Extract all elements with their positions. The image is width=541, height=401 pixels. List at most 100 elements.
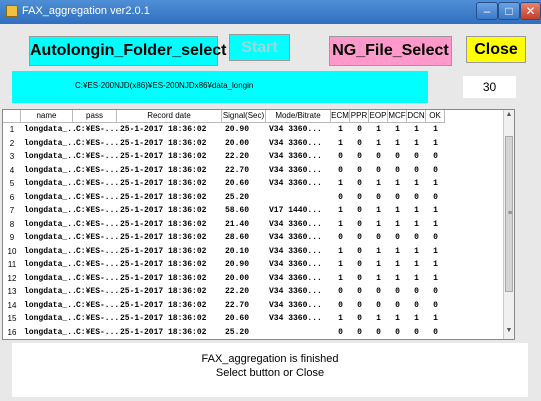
cell-date: 25-1-2017 18:36:02 <box>120 233 207 242</box>
table-row[interactable]: 15 longdata_... C:¥ES-... 25-1-2017 18:36:0… <box>3 313 503 325</box>
table-row[interactable]: 10 longdata_... C:¥ES-... 25-1-2017 18:36:0… <box>3 246 503 258</box>
results-table[interactable]: name pass Record date Signal(Sec) Mode/Bitra… <box>2 109 515 340</box>
cell-ecm: 1 <box>338 246 343 256</box>
cell-ppr: 0 <box>357 273 362 283</box>
cell-date: 25-1-2017 18:36:02 <box>120 219 207 229</box>
close-button[interactable]: Close <box>466 36 526 63</box>
column-header-mode[interactable]: Mode/Bitrate <box>266 110 331 123</box>
cell-date: 25-1-2017 18:36:02 <box>120 165 207 175</box>
table-row[interactable]: 9 longdata_... C:¥ES-... 25-1-2017 18:36:02… <box>3 232 503 244</box>
column-header-ecm[interactable]: ECM <box>331 110 350 123</box>
column-header-date[interactable]: Record date <box>117 110 222 123</box>
cell-n: 11 <box>7 260 17 269</box>
cell-pass: C:¥ES-... <box>76 260 120 269</box>
cell-mcf: 0 <box>395 165 400 175</box>
window-close-button[interactable]: ✕ <box>520 2 541 20</box>
cell-signal: 20.60 <box>225 179 250 188</box>
cell-mode <box>269 192 334 204</box>
cell-pass: C:¥ES-... <box>76 327 120 337</box>
table-row[interactable]: 1 longdata_... C:¥ES-... 25-1-2017 18:36:02… <box>3 124 503 136</box>
table-row[interactable]: 6 longdata_... C:¥ES-... 25-1-2017 18:36:02… <box>3 192 503 204</box>
scroll-thumb[interactable]: ≡ <box>505 136 513 292</box>
column-header-eop[interactable]: EOP <box>369 110 388 123</box>
cell-date: 25-1-2017 18:36:02 <box>120 152 207 161</box>
cell-eop: 1 <box>376 206 381 215</box>
cell-dcn: 0 <box>414 165 419 175</box>
table-row[interactable]: 7 longdata_... C:¥ES-... 25-1-2017 18:36:02… <box>3 205 503 217</box>
cell-date: 25-1-2017 18:36:02 <box>120 273 207 283</box>
cell-name: longdata_... <box>24 125 76 134</box>
column-header-signal[interactable]: Signal(Sec) <box>222 110 266 123</box>
ng-file-select-button[interactable]: NG_File_Select <box>329 36 452 66</box>
cell-pass: C:¥ES-... <box>76 314 120 323</box>
cell-n: 6 <box>9 192 15 202</box>
cell-ok: 0 <box>433 192 438 202</box>
column-header-ppr[interactable]: PPR <box>350 110 369 123</box>
cell-date: 25-1-2017 18:36:02 <box>120 246 207 256</box>
cell-n: 3 <box>9 152 15 161</box>
table-row[interactable]: 4 longdata_... C:¥ES-... 25-1-2017 18:36:02… <box>3 165 503 177</box>
cell-date: 25-1-2017 18:36:02 <box>120 314 207 323</box>
cell-mcf: 0 <box>395 300 400 310</box>
scroll-down-arrow-icon[interactable]: ▼ <box>504 327 514 334</box>
vertical-scrollbar[interactable]: ▲ ≡ ▼ <box>503 110 514 339</box>
table-row[interactable]: 2 longdata_... C:¥ES-... 25-1-2017 18:36:02… <box>3 138 503 150</box>
cell-name: longdata_... <box>24 206 76 215</box>
scroll-grip-icon: ≡ <box>507 210 513 217</box>
cell-eop: 0 <box>376 287 381 296</box>
autologin-folder-select-button[interactable]: Autolongin_Folder_select <box>29 36 226 66</box>
column-header-name[interactable]: name <box>21 110 73 123</box>
column-header-pass[interactable]: pass <box>73 110 117 123</box>
cell-signal: 20.60 <box>225 314 250 323</box>
cell-mcf: 1 <box>395 260 400 269</box>
cell-date: 25-1-2017 18:36:02 <box>120 287 207 296</box>
maximize-button[interactable]: □ <box>498 2 520 20</box>
cell-dcn: 0 <box>414 327 419 337</box>
cell-mcf: 0 <box>395 327 400 337</box>
table-row[interactable]: 11 longdata_... C:¥ES-... 25-1-2017 18:36:0… <box>3 259 503 271</box>
cell-ok: 1 <box>433 206 438 215</box>
table-row[interactable]: 5 longdata_... C:¥ES-... 25-1-2017 18:36:02… <box>3 178 503 190</box>
table-row[interactable]: 14 longdata_... C:¥ES-... 25-1-2017 18:36:0… <box>3 300 503 312</box>
cell-eop: 1 <box>376 260 381 269</box>
cell-date: 25-1-2017 18:36:02 <box>120 206 207 215</box>
cell-n: 2 <box>9 138 15 148</box>
table-row[interactable]: 12 longdata_... C:¥ES-... 25-1-2017 18:36:0… <box>3 273 503 285</box>
cell-mode: V17 1440... <box>269 206 322 215</box>
cell-mode <box>269 327 334 339</box>
cell-ecm: 0 <box>338 300 343 310</box>
status-panel: FAX_aggregation is finished Select butto… <box>12 343 528 397</box>
cell-pass: C:¥ES-... <box>76 152 120 161</box>
title-bar[interactable]: FAX_aggregation ver2.0.1 – □ ✕ <box>0 0 541 24</box>
cell-ppr: 0 <box>357 300 362 310</box>
cell-mcf: 1 <box>395 246 400 256</box>
start-button[interactable]: Start <box>229 34 290 61</box>
cell-mode: V34 3360... <box>269 165 322 175</box>
cell-n: 9 <box>9 233 15 242</box>
cell-n: 10 <box>7 246 17 256</box>
cell-pass: C:¥ES-... <box>76 246 120 256</box>
column-header-mcf[interactable]: MCF <box>388 110 407 123</box>
cell-ppr: 0 <box>357 219 362 229</box>
scroll-up-arrow-icon[interactable]: ▲ <box>504 111 514 118</box>
cell-name: longdata_... <box>24 287 76 296</box>
table-row[interactable]: 3 longdata_... C:¥ES-... 25-1-2017 18:36:02… <box>3 151 503 163</box>
status-message-line2: Select button or Close <box>215 367 325 379</box>
column-header-dcn[interactable]: DCN <box>407 110 426 123</box>
cell-n: 13 <box>7 287 17 296</box>
cell-ppr: 0 <box>357 246 362 256</box>
cell-ecm: 1 <box>338 314 343 323</box>
minimize-button[interactable]: – <box>476 2 498 20</box>
table-row[interactable]: 13 longdata_... C:¥ES-... 25-1-2017 18:36:0… <box>3 286 503 298</box>
column-header-ok[interactable]: OK <box>426 110 445 123</box>
cell-eop: 1 <box>376 219 381 229</box>
cell-date: 25-1-2017 18:36:02 <box>120 138 207 148</box>
cell-date: 25-1-2017 18:36:02 <box>120 327 207 337</box>
table-row[interactable]: 16 longdata_... C:¥ES-... 25-1-2017 18:36:0… <box>3 327 503 339</box>
cell-eop: 0 <box>376 327 381 337</box>
cell-signal: 25.20 <box>225 327 250 337</box>
cell-name: longdata_... <box>24 246 76 256</box>
table-row[interactable]: 8 longdata_... C:¥ES-... 25-1-2017 18:36:02… <box>3 219 503 231</box>
cell-mode: V34 3360... <box>269 138 322 148</box>
cell-signal: 25.20 <box>225 192 250 202</box>
